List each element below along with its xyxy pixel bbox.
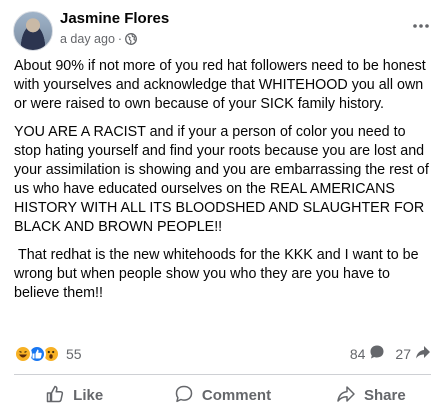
engagement-stats: 84 27 (350, 344, 431, 363)
shares-count-value: 27 (395, 345, 411, 362)
post-paragraph: About 90% if not more of you red hat fol… (14, 58, 426, 112)
shares-count[interactable]: 27 (395, 344, 431, 363)
comment-icon (174, 384, 194, 408)
comments-count-value: 84 (349, 345, 366, 362)
thumbs-up-icon (45, 384, 65, 408)
author-name[interactable]: Jasmine Flores (60, 10, 169, 27)
post-paragraph: That redhat is the new whitehoods for th… (14, 247, 423, 301)
comment-bubble-icon (369, 344, 385, 363)
post-header: Jasmine Flores a day ago · (0, 0, 445, 56)
post-timestamp[interactable]: a day ago (60, 32, 115, 46)
share-label: Share (363, 387, 406, 404)
like-label: Like (73, 387, 104, 404)
avatar[interactable] (13, 11, 53, 51)
like-button[interactable]: Like (0, 378, 148, 413)
share-arrow-icon (415, 344, 431, 363)
comment-button[interactable]: Comment (148, 378, 296, 413)
reactions-summary[interactable]: 55 (14, 343, 82, 365)
share-icon (336, 384, 356, 408)
haha-icon (14, 345, 32, 363)
post-paragraph: YOU ARE A RACIST and if your a person of… (14, 124, 429, 235)
comments-count[interactable]: 84 (350, 344, 386, 363)
divider (14, 374, 431, 375)
share-button[interactable]: Share (297, 378, 445, 413)
post-meta: a day ago · (60, 32, 138, 46)
more-options-icon[interactable] (411, 16, 431, 36)
globe-icon (125, 33, 138, 45)
post-body: About 90% if not more of you red hat fol… (14, 57, 434, 312)
action-bar: Like Comment Share (0, 378, 445, 413)
reaction-count: 55 (66, 346, 82, 362)
comment-label: Comment (201, 387, 272, 404)
